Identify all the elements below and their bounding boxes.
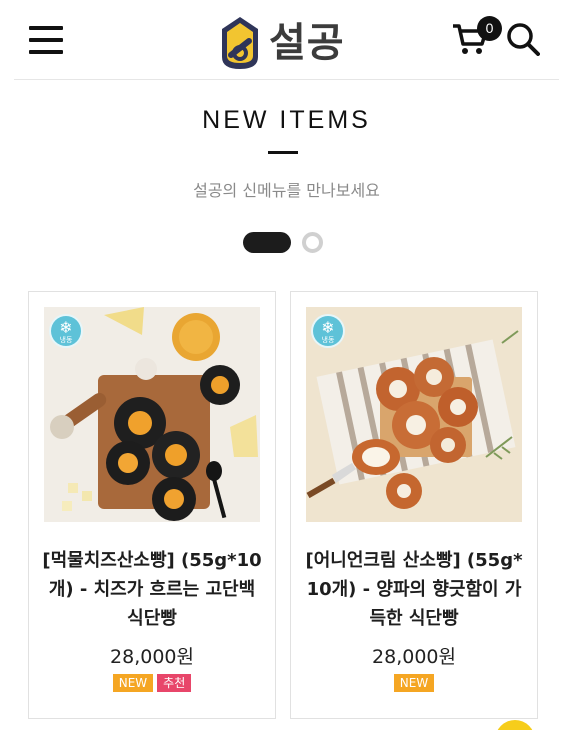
- section-title: NEW ITEMS: [202, 106, 371, 134]
- product-name[interactable]: [어니언크림 산소빵] (55g*10개) - 양파의 향긋함이 가득한 식단빵: [301, 546, 527, 633]
- product-badges: NEW 추천: [29, 674, 275, 692]
- badge-recommended: 추천: [157, 674, 192, 692]
- header-divider: [14, 79, 559, 80]
- frozen-badge: ❄ 냉동: [49, 314, 83, 348]
- logo-mark-icon: [222, 17, 258, 69]
- menu-icon[interactable]: [29, 26, 65, 56]
- floating-action-button[interactable]: [495, 720, 535, 730]
- product-image[interactable]: ❄ 냉동: [44, 307, 260, 522]
- carousel-dot[interactable]: [302, 232, 323, 253]
- frozen-label: 냉동: [321, 336, 335, 344]
- frozen-label: 냉동: [59, 336, 73, 344]
- title-underline: [268, 151, 298, 154]
- cart-count-badge: 0: [477, 16, 502, 41]
- product-price: 28,000원: [372, 646, 456, 668]
- product-price: 28,000원: [110, 646, 194, 668]
- product-badges: NEW: [291, 674, 537, 692]
- header: 설공 0: [0, 0, 573, 80]
- snowflake-icon: ❄: [321, 318, 335, 337]
- logo[interactable]: 설공: [219, 14, 345, 72]
- logo-text: 설공: [269, 20, 345, 66]
- product-name[interactable]: [먹물치즈산소빵] (55g*10개) - 치즈가 흐르는 고단백 식단빵: [39, 546, 265, 633]
- product-image[interactable]: ❄ 냉동: [306, 307, 522, 522]
- frozen-badge: ❄ 냉동: [311, 314, 345, 348]
- badge-new: NEW: [393, 674, 435, 692]
- search-icon[interactable]: [506, 22, 540, 56]
- product-card[interactable]: ❄ 냉동 [먹물치즈산소빵] (55g*10개) - 치즈가 흐르는 고단백 식…: [28, 291, 276, 719]
- badge-new: NEW: [112, 674, 154, 692]
- product-card[interactable]: ❄ 냉동 [어니언크림 산소빵] (55g*10개) - 양파의 향긋함이 가득…: [290, 291, 538, 719]
- section-subtitle: 설공의 신메뉴를 만나보세요: [193, 181, 380, 200]
- carousel-dot-active[interactable]: [243, 232, 291, 253]
- snowflake-icon: ❄: [59, 318, 73, 337]
